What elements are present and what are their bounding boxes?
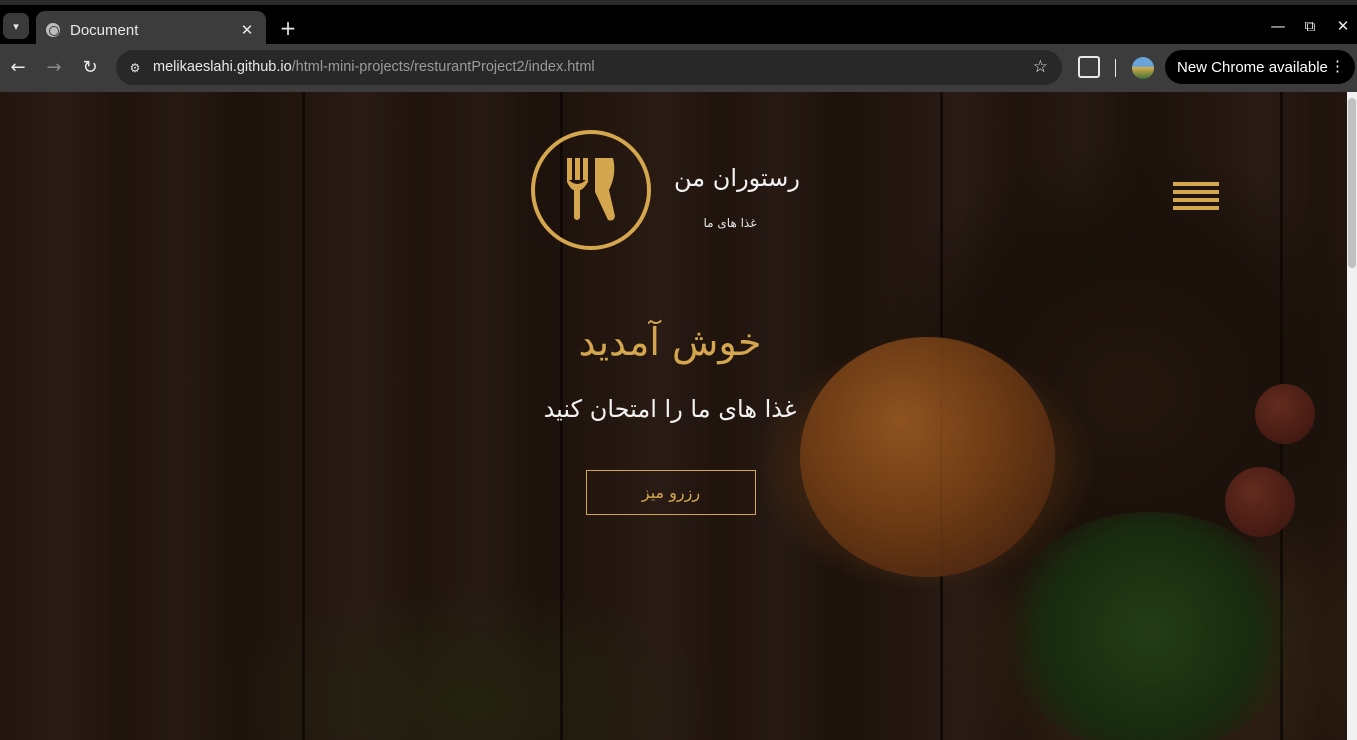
update-chrome-button[interactable]: New Chrome available ⋮ (1165, 50, 1355, 84)
hamburger-icon (1173, 198, 1219, 202)
minimize-button[interactable]: — (1268, 17, 1288, 35)
close-window-button[interactable]: ✕ (1333, 17, 1353, 35)
site-logo[interactable] (531, 130, 651, 250)
scrollbar[interactable] (1347, 92, 1357, 740)
reserve-table-button[interactable]: رزرو میز (586, 470, 756, 515)
forward-button[interactable]: → (42, 56, 66, 80)
toolbar-divider (1115, 59, 1116, 77)
hamburger-icon (1173, 190, 1219, 194)
restore-icon: ⧉ (1304, 17, 1316, 35)
fork-knife-icon (567, 158, 615, 221)
new-tab-button[interactable]: + (276, 17, 300, 41)
reload-icon: ↻ (82, 57, 98, 78)
hero-title: خوش آمدید (578, 320, 762, 364)
page-viewport: رستوران من غذا های ما خوش آمدید غذا های … (0, 92, 1357, 740)
scrollbar-thumb[interactable] (1348, 98, 1356, 268)
back-button[interactable]: ← (6, 56, 30, 80)
site-info-button[interactable]: ⚙ (124, 57, 146, 79)
tab-close-button[interactable]: ✕ (238, 21, 256, 39)
more-menu-icon: ⋮ (1330, 58, 1345, 75)
extensions-button[interactable] (1078, 56, 1100, 78)
minimize-icon: — (1270, 17, 1286, 35)
url-host: melikaeslahi.github.io (153, 59, 292, 75)
bookmark-button[interactable]: ☆ (1033, 57, 1048, 77)
menu-button[interactable] (1173, 182, 1219, 210)
hero-subtitle: غذا های ما را امتحان کنید (543, 395, 797, 423)
tab-strip: ▾ Document ✕ + — ⧉ ✕ (0, 0, 1357, 49)
profile-avatar[interactable] (1132, 57, 1154, 79)
hamburger-icon (1173, 206, 1219, 210)
brand-tagline: غذا های ما (703, 216, 757, 230)
close-icon: ✕ (1336, 17, 1350, 35)
tune-icon: ⚙ (129, 61, 141, 75)
chevron-down-icon: ▾ (13, 19, 19, 33)
url-path: /html-mini-projects/resturantProject2/in… (291, 59, 595, 75)
brand-name: رستوران من (674, 164, 800, 192)
browser-toolbar: ← → ↻ ⚙ melikaeslahi.github.io/html-mini… (0, 44, 1357, 92)
restore-button[interactable]: ⧉ (1300, 17, 1320, 35)
arrow-right-icon: → (46, 57, 62, 78)
globe-icon (46, 23, 60, 37)
address-bar[interactable]: ⚙ melikaeslahi.github.io/html-mini-proje… (116, 50, 1062, 85)
arrow-left-icon: ← (10, 57, 26, 78)
reload-button[interactable]: ↻ (78, 56, 102, 80)
tab-search-button[interactable]: ▾ (3, 13, 29, 39)
star-icon: ☆ (1032, 57, 1048, 77)
url-text[interactable]: melikaeslahi.github.io/html-mini-project… (153, 59, 595, 75)
tab-title: Document (70, 21, 139, 39)
hamburger-icon (1173, 182, 1219, 186)
update-label: New Chrome available (1177, 58, 1328, 76)
